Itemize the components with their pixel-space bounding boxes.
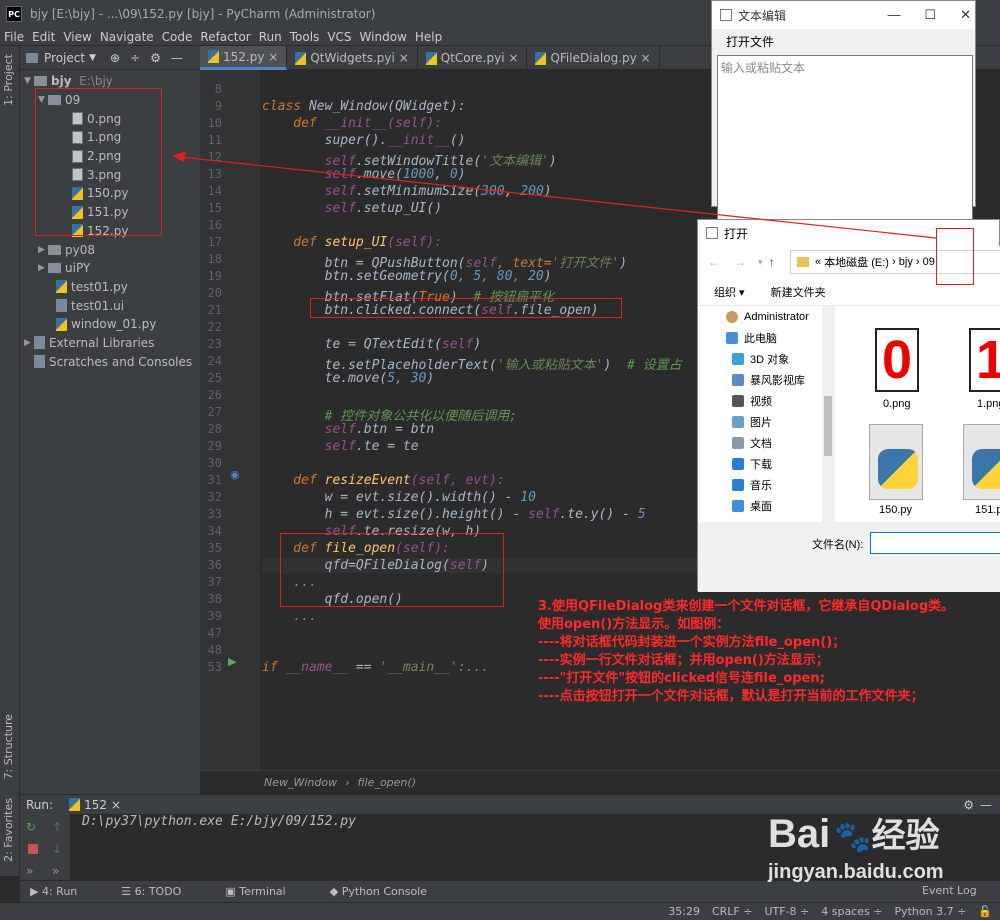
event-log[interactable]: Event Log (922, 884, 977, 897)
annotation-text: 3.使用QFileDialog类来创建一个文件对话框，它继承自QDialog类。… (538, 598, 998, 706)
paw-icon: 🐾 (834, 821, 872, 854)
annotation-line: 3.使用QFileDialog类来创建一个文件对话框，它继承自QDialog类。 (538, 599, 955, 614)
watermark: Bai 🐾经验 jingyan.baidu.com (768, 808, 944, 884)
annotation-line: ----将对话框代码封装进一个实例方法file_open()； (538, 635, 846, 650)
annotation-arrow (172, 151, 937, 239)
annotation-line: 使用open()方法显示。如图例： (538, 617, 730, 632)
annotation-line: ----"打开文件"按钮的clicked信号连file_open; (538, 671, 825, 686)
watermark-url: jingyan.baidu.com (768, 861, 944, 883)
watermark-brand: Bai (768, 812, 831, 856)
annotation-line: ----点击按钮打开一个文件对话框，默认是打开当前的工作文件夹； (538, 689, 924, 704)
watermark-brand2: 经验 (871, 817, 940, 855)
annotation-line: ----实例一行文件对话框；并用open()方法显示； (538, 653, 829, 668)
